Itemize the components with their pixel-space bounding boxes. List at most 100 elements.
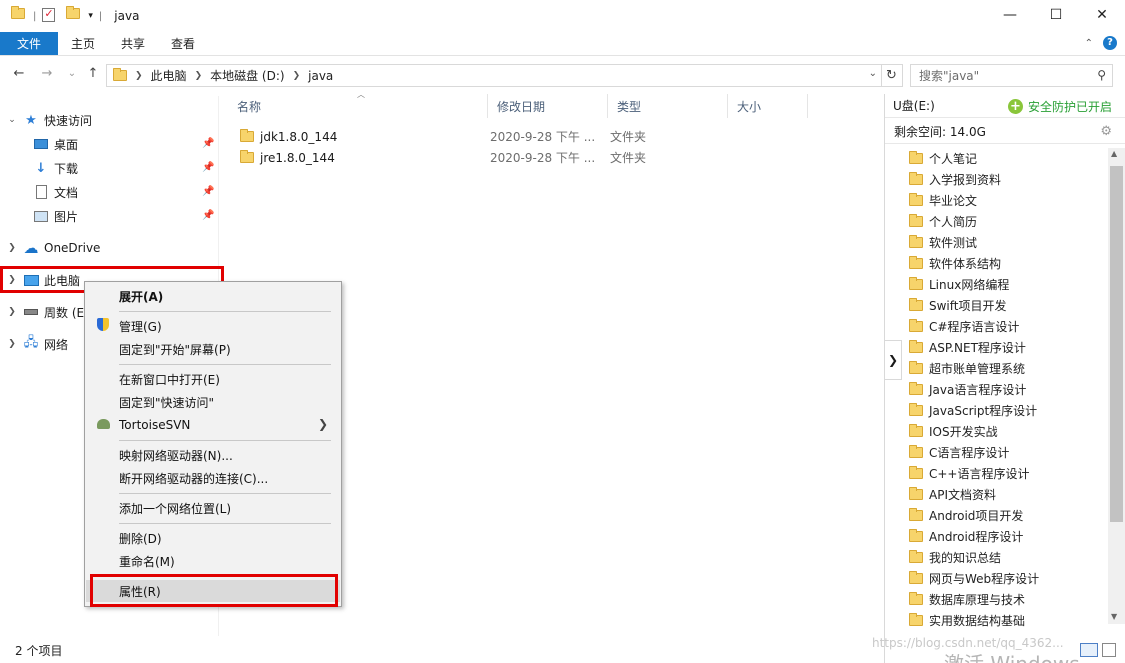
panel-folder-label: ASP.NET程序设计 [929, 341, 1026, 355]
menu-item-rename[interactable]: 重命名(M) [86, 550, 340, 572]
sidebar-item-documents[interactable]: 文档 [28, 181, 78, 203]
maximize-button[interactable]: ☐ [1033, 0, 1079, 30]
column-name[interactable]: 名称 [228, 94, 488, 118]
recent-locations-button[interactable]: ⌄ [63, 65, 81, 83]
menu-item-open-new-window[interactable]: 在新窗口中打开(E) [86, 368, 340, 390]
column-size[interactable]: 大小 [728, 94, 808, 118]
tab-home[interactable]: 主页 [58, 32, 108, 55]
panel-folder-item[interactable]: API文档资料 [909, 484, 1039, 505]
back-button[interactable]: ← [10, 65, 28, 83]
panel-folder-item[interactable]: C++语言程序设计 [909, 463, 1039, 484]
panel-folder-item[interactable]: 我的知识总结 [909, 547, 1039, 568]
panel-folder-label: 超市账单管理系统 [929, 362, 1026, 376]
scrollbar-thumb[interactable] [1110, 166, 1123, 522]
search-icon[interactable]: ⚲ [1097, 68, 1106, 82]
close-button[interactable]: ✕ [1079, 0, 1125, 30]
chevron-right-icon[interactable]: ❯ [195, 71, 203, 81]
panel-folder-item[interactable]: JavaScript程序设计 [909, 400, 1039, 421]
pin-icon[interactable]: 📌 [202, 210, 214, 221]
minimize-button[interactable]: — [987, 0, 1033, 30]
column-type[interactable]: 类型 [608, 94, 728, 118]
panel-folder-item[interactable]: Swift项目开发 [909, 295, 1039, 316]
scroll-down-icon[interactable]: ▼ [1111, 612, 1117, 621]
chevron-right-icon[interactable]: ❯ [6, 307, 18, 317]
panel-folder-item[interactable]: 个人简历 [909, 211, 1039, 232]
panel-folder-item[interactable]: 超市账单管理系统 [909, 358, 1039, 379]
panel-folder-item[interactable]: ASP.NET程序设计 [909, 337, 1039, 358]
chevron-right-icon[interactable]: ❯ [293, 71, 301, 81]
pin-icon[interactable]: 📌 [202, 138, 214, 149]
sidebar-item-drive-e[interactable]: ❯ 周数 (E [0, 301, 84, 323]
chevron-right-icon[interactable]: ❯ [135, 71, 143, 81]
chevron-right-icon[interactable]: ❯ [6, 339, 18, 349]
panel-folder-item[interactable]: Android项目开发 [909, 505, 1039, 526]
quick-access-dropdown-icon[interactable]: ▾ [88, 11, 93, 21]
menu-item-manage[interactable]: 管理(G) [86, 315, 340, 337]
menu-item-map-drive[interactable]: 映射网络驱动器(N)... [86, 444, 340, 466]
large-icons-view-icon[interactable] [1102, 643, 1116, 657]
sidebar-item-pictures[interactable]: 图片 [28, 205, 78, 227]
collapse-panel-button[interactable]: ❯ [884, 340, 902, 380]
tab-share[interactable]: 共享 [108, 32, 158, 55]
details-view-icon[interactable] [1080, 643, 1098, 657]
panel-folder-item[interactable]: IOS开发实战 [909, 421, 1039, 442]
panel-folder-item[interactable]: Java语言程序设计 [909, 379, 1039, 400]
menu-item-delete[interactable]: 删除(D) [86, 527, 340, 549]
panel-folder-item[interactable]: 实用数据结构基础 [909, 610, 1039, 631]
menu-item-add-network-location[interactable]: 添加一个网络位置(L) [86, 497, 340, 519]
panel-folder-item[interactable]: 毕业论文 [909, 190, 1039, 211]
panel-folder-item[interactable]: 软件测试 [909, 232, 1039, 253]
breadcrumb-java[interactable]: java [308, 69, 333, 83]
panel-folder-label: Swift项目开发 [929, 299, 1007, 313]
new-folder-icon[interactable] [66, 6, 82, 24]
menu-item-pin-start[interactable]: 固定到"开始"屏幕(P) [86, 338, 340, 360]
panel-folder-item[interactable]: 网页与Web程序设计 [909, 568, 1039, 589]
collapse-ribbon-icon[interactable]: ⌃ [1085, 38, 1093, 49]
panel-folder-item[interactable]: 数据库原理与技术 [909, 589, 1039, 610]
panel-folder-item[interactable]: 入学报到资料 [909, 169, 1039, 190]
gear-icon[interactable]: ⚙ [1100, 124, 1112, 139]
sidebar-item-downloads[interactable]: ↓ 下载 [28, 157, 78, 179]
breadcrumb-drive-d[interactable]: 本地磁盘 (D:) [210, 67, 284, 84]
chevron-down-icon[interactable]: ⌄ [6, 115, 18, 125]
properties-icon[interactable] [42, 7, 58, 24]
panel-folder-item[interactable]: C#程序语言设计 [909, 316, 1039, 337]
menu-item-pin-quick-access[interactable]: 固定到"快速访问" [86, 391, 340, 413]
panel-folder-item[interactable]: Linux网络编程 [909, 274, 1039, 295]
refresh-button[interactable]: ↻ [881, 64, 903, 87]
help-icon[interactable]: ? [1103, 36, 1117, 50]
shield-icon [95, 318, 111, 334]
sidebar-item-desktop[interactable]: 桌面 [28, 133, 78, 155]
folder-icon [909, 361, 923, 374]
protection-status[interactable]: + 安全防护已开启 [1007, 98, 1112, 115]
address-bar[interactable]: ❯ 此电脑 ❯ 本地磁盘 (D:) ❯ java ⌄ [106, 64, 882, 87]
menu-item-tortoisesvn[interactable]: TortoiseSVN ❯ [86, 414, 340, 436]
column-modified[interactable]: 修改日期 [488, 94, 608, 118]
address-dropdown-icon[interactable]: ⌄ [869, 68, 877, 79]
sidebar-item-label: 桌面 [54, 137, 79, 152]
menu-item-disconnect-drive[interactable]: 断开网络驱动器的连接(C)... [86, 467, 340, 489]
panel-folder-item[interactable]: 软件体系结构 [909, 253, 1039, 274]
pin-icon[interactable]: 📌 [202, 162, 214, 173]
folder-icon [909, 403, 923, 416]
status-item-count: 2 个项目 [15, 644, 63, 658]
panel-folder-item[interactable]: Android程序设计 [909, 526, 1039, 547]
chevron-right-icon[interactable]: ❯ [6, 243, 18, 253]
sidebar-item-network[interactable]: ❯ 🖧 网络 [0, 333, 68, 355]
up-button[interactable]: ↑ [84, 65, 102, 83]
panel-folder-item[interactable]: C语言程序设计 [909, 442, 1039, 463]
file-row[interactable]: jdk1.8.0_144 2020-9-28 下午 ... 文件夹 [230, 126, 730, 147]
scroll-up-icon[interactable]: ▲ [1111, 149, 1117, 158]
menu-item-expand[interactable]: 展开(A) [86, 285, 340, 307]
menu-item-label: 删除(D) [119, 531, 162, 546]
breadcrumb-this-pc[interactable]: 此电脑 [151, 67, 187, 84]
sidebar-item-quick-access[interactable]: ⌄ ★ 快速访问 [0, 109, 92, 131]
panel-folder-item[interactable]: 个人笔记 [909, 148, 1039, 169]
sidebar-item-onedrive[interactable]: ❯ ☁ OneDrive [0, 237, 100, 259]
search-input[interactable]: 搜索"java" ⚲ [910, 64, 1113, 87]
tab-file[interactable]: 文件 [0, 32, 58, 55]
tab-view[interactable]: 查看 [158, 32, 208, 55]
pin-icon[interactable]: 📌 [202, 186, 214, 197]
file-row[interactable]: jre1.8.0_144 2020-9-28 下午 ... 文件夹 [230, 147, 730, 168]
forward-button[interactable]: → [38, 65, 56, 83]
